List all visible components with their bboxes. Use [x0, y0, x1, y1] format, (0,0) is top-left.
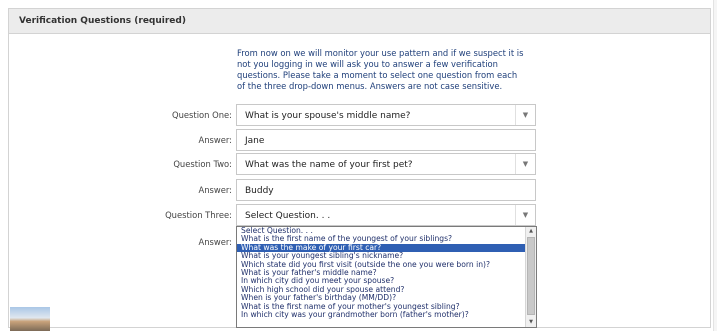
- answer-three-label: Answer:: [198, 237, 232, 247]
- dropdown-option[interactable]: In which city was your grandmother born …: [237, 311, 525, 319]
- dropdown-option[interactable]: When is your father's birthday (MM/DD)?: [237, 294, 525, 302]
- question-one-select[interactable]: What is your spouse's middle name? ▼: [236, 104, 536, 126]
- answer-two-value: Buddy: [245, 186, 274, 196]
- dropdown-option-highlighted[interactable]: What was the make of your first car?: [237, 243, 525, 253]
- question-two-value: What was the name of your first pet?: [245, 160, 413, 170]
- panel-title: Verification Questions (required): [19, 16, 186, 26]
- question-two-select[interactable]: What was the name of your first pet? ▼: [236, 153, 536, 175]
- answer-two-label: Answer:: [198, 185, 232, 195]
- intro-text: From now on we will monitor your use pat…: [237, 48, 524, 91]
- chevron-down-icon[interactable]: ▼: [515, 205, 535, 225]
- dropdown-scrollbar[interactable]: ▲ ▼: [525, 227, 536, 327]
- scroll-down-icon[interactable]: ▼: [526, 318, 536, 327]
- scroll-up-icon[interactable]: ▲: [526, 227, 536, 236]
- dropdown-option[interactable]: What is the first name of your mother's …: [237, 303, 525, 311]
- page-edge: [713, 0, 717, 331]
- dropdown-option[interactable]: What is your youngest sibling's nickname…: [237, 252, 525, 260]
- question-one-label: Question One:: [172, 110, 232, 120]
- answer-one-value: Jane: [245, 136, 265, 146]
- chevron-down-icon[interactable]: ▼: [515, 154, 535, 174]
- dropdown-option[interactable]: Which high school did your spouse attend…: [237, 286, 525, 294]
- question-three-dropdown-list[interactable]: Select Question. . . What is the first n…: [236, 226, 537, 328]
- landscape-thumbnail-image: [10, 307, 50, 331]
- question-two-label: Question Two:: [173, 159, 232, 169]
- question-one-value: What is your spouse's middle name?: [245, 111, 411, 121]
- question-three-select[interactable]: Select Question. . . ▼: [236, 204, 536, 226]
- question-three-value: Select Question. . .: [245, 211, 331, 221]
- answer-two-input[interactable]: Buddy: [236, 179, 536, 201]
- scroll-thumb[interactable]: [527, 237, 535, 315]
- dropdown-option[interactable]: What is the first name of the youngest o…: [237, 235, 525, 243]
- dropdown-option[interactable]: Select Question. . .: [237, 227, 525, 235]
- dropdown-option[interactable]: In which city did you meet your spouse?: [237, 277, 525, 285]
- chevron-down-icon[interactable]: ▼: [515, 105, 535, 125]
- answer-one-input[interactable]: Jane: [236, 129, 536, 151]
- panel-header: Verification Questions (required): [9, 9, 710, 34]
- question-three-label: Question Three:: [165, 210, 232, 220]
- answer-one-label: Answer:: [198, 135, 232, 145]
- dropdown-option[interactable]: What is your father's middle name?: [237, 269, 525, 277]
- dropdown-option[interactable]: Which state did you first visit (outside…: [237, 261, 525, 269]
